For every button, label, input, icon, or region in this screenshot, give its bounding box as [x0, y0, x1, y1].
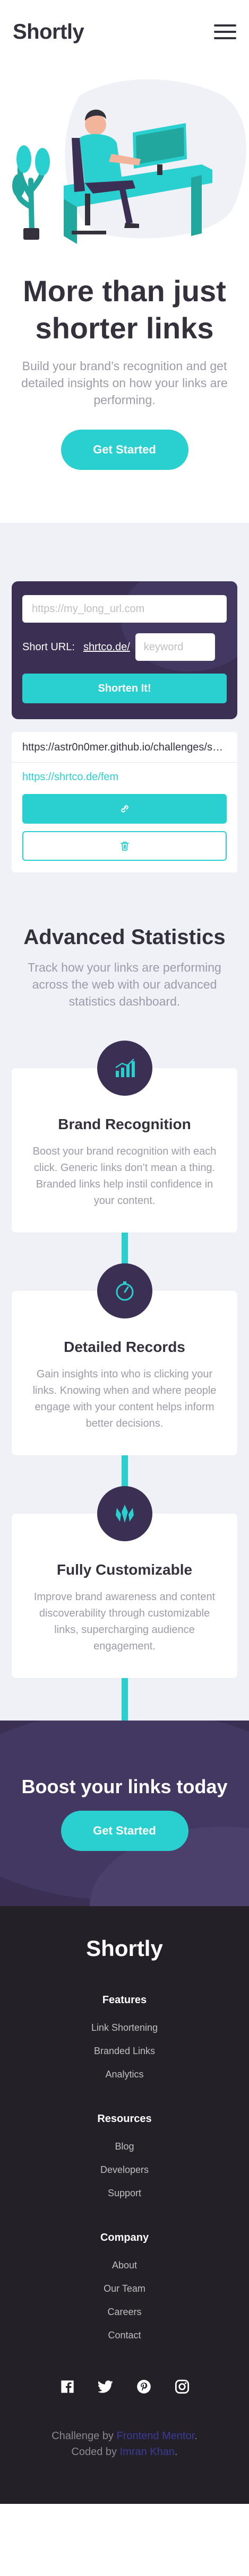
pen-tools-icon [97, 1486, 152, 1541]
feature-title: Detailed Records [64, 1339, 185, 1355]
twitter-icon[interactable] [97, 2378, 114, 2395]
boost-get-started-button[interactable]: Get Started [61, 1811, 188, 1851]
footer-link[interactable]: Developers [11, 2164, 238, 2176]
footer-heading: Features [102, 1994, 147, 2006]
pen-tools-svg [115, 1505, 134, 1523]
bar-chart-icon [97, 1041, 152, 1096]
hero-cta-wrapper: Get Started [15, 430, 234, 470]
footer-link[interactable]: Link Shortening [11, 2022, 238, 2033]
feature-text: Gain insights into who is clicking your … [32, 1368, 217, 1429]
footer-link[interactable]: Branded Links [11, 2046, 238, 2057]
feature-text: Improve brand awareness and content disc… [33, 1591, 216, 1652]
pinterest-icon[interactable] [135, 2378, 152, 2395]
footer-heading: Company [100, 2232, 149, 2243]
hero: More than just shorter links Build your … [0, 74, 249, 470]
hero-text: More than just shorter links Build your … [0, 273, 249, 470]
shorten-form: Short URL: shrtco.de/ Shorten It! [12, 581, 237, 719]
short-url-label: Short URL: [22, 641, 75, 653]
attribution-mid: Coded by [71, 2446, 117, 2458]
trash-icon [120, 842, 129, 851]
feature-title: Brand Recognition [58, 1116, 191, 1132]
feature-card-detailed-records: Detailed Records Gain insights into who … [12, 1263, 237, 1455]
short-url-row: Short URL: shrtco.de/ [22, 633, 227, 661]
footer-logo[interactable]: Shortly [11, 1936, 238, 1961]
logo[interactable]: Shortly [13, 20, 84, 44]
delete-button[interactable] [22, 831, 227, 861]
footer-link[interactable]: Support [11, 2188, 238, 2199]
hero-subtitle: Build your brand’s recognition and get d… [21, 359, 228, 407]
shortened-url[interactable]: https://shrtco.de/fem [22, 771, 227, 783]
footer-link[interactable]: Careers [11, 2307, 238, 2318]
facebook-svg [61, 2380, 74, 2393]
bar-chart-svg [115, 1059, 135, 1077]
short-domain: shrtco.de/ [83, 641, 130, 653]
footer-group-resources: Resources Blog Developers Support [11, 2113, 238, 2199]
copy-button[interactable] [22, 794, 227, 824]
boost-cta-wrapper: Get Started [0, 1811, 249, 1851]
footer-link[interactable]: Contact [11, 2330, 238, 2341]
footer-group-features: Features Link Shortening Branded Links A… [11, 1994, 238, 2080]
hero-title: More than just shorter links [23, 274, 226, 345]
menu-bar [214, 37, 236, 39]
attribution-line-1: Challenge by Frontend Mentor. [51, 2430, 198, 2442]
pinterest-svg [136, 2380, 151, 2394]
footer-link[interactable]: Analytics [11, 2069, 238, 2080]
keyword-input[interactable] [135, 633, 215, 661]
frontend-mentor-link[interactable]: Frontend Mentor [117, 2430, 195, 2442]
stats-title: Advanced Statistics [23, 925, 226, 949]
url-input[interactable] [22, 595, 227, 623]
attribution-line-2: Coded by Imran Khan. [71, 2446, 178, 2458]
stats-section: Short URL: shrtco.de/ Shorten It! https:… [0, 523, 249, 1890]
feature-text: Boost your brand recognition with each c… [32, 1146, 217, 1207]
footer-link[interactable]: Our Team [11, 2283, 238, 2294]
twitter-svg [98, 2380, 113, 2393]
footer-heading: Resources [97, 2113, 152, 2125]
hero-illustration-svg [12, 79, 246, 244]
page: Shortly More than just shorter links Bui… [0, 0, 249, 2576]
site-header: Shortly [0, 0, 249, 64]
instagram-svg [175, 2379, 189, 2394]
original-url: https://astr0n0mer.github.io/challenges/… [22, 741, 227, 753]
boost-title: Boost your links today [21, 1776, 228, 1797]
person-working-at-desk-illustration [0, 74, 249, 249]
get-started-button[interactable]: Get Started [61, 430, 188, 470]
social-links [11, 2378, 238, 2395]
feature-title: Fully Customizable [56, 1561, 193, 1578]
attribution: Challenge by Frontend Mentor. Coded by I… [11, 2428, 238, 2460]
features-list: Brand Recognition Boost your brand recog… [12, 1041, 237, 1890]
facebook-icon[interactable] [59, 2378, 76, 2395]
attribution-prefix: Challenge by [51, 2430, 114, 2442]
gauge-icon [97, 1263, 152, 1318]
menu-bar [214, 31, 236, 33]
shortened-link-card: https://astr0n0mer.github.io/challenges/… [12, 732, 237, 872]
instagram-icon[interactable] [174, 2378, 191, 2395]
divider [12, 762, 237, 763]
url-row [22, 595, 227, 623]
author-link[interactable]: Imran Khan [120, 2446, 175, 2458]
shorten-button[interactable]: Shorten It! [22, 674, 227, 703]
footer-group-company: Company About Our Team Careers Contact [11, 2232, 238, 2341]
copy-icon [121, 805, 128, 813]
stats-subtitle: Track how your links are performing acro… [28, 960, 221, 1008]
site-footer: Shortly Features Link Shortening Branded… [0, 1906, 249, 2504]
menu-bar [214, 24, 236, 27]
boost-section: Boost your links today Get Started [0, 1721, 249, 1906]
footer-link[interactable]: Blog [11, 2141, 238, 2152]
feature-card-brand-recognition: Brand Recognition Boost your brand recog… [12, 1041, 237, 1233]
gauge-svg [116, 1281, 133, 1301]
hamburger-menu-icon[interactable] [214, 24, 236, 39]
footer-link[interactable]: About [11, 2260, 238, 2271]
feature-card-fully-customizable: Fully Customizable Improve brand awarene… [12, 1486, 237, 1678]
